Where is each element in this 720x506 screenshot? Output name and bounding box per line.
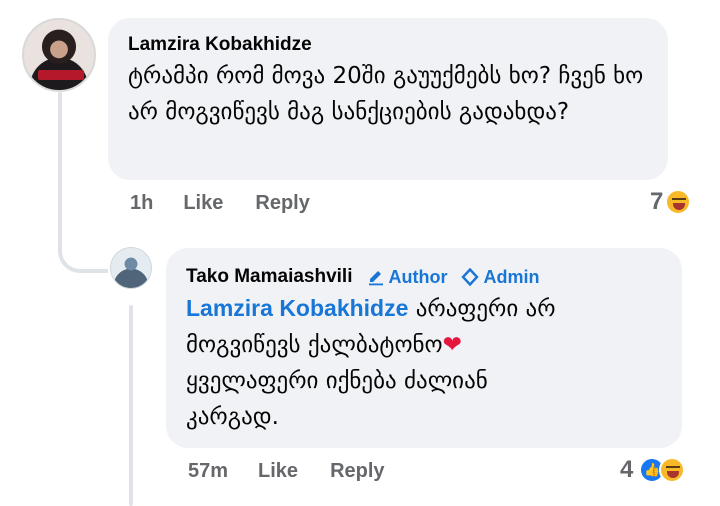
mention-link[interactable]: Lamzira Kobakhidze — [186, 295, 408, 321]
reply-avatar[interactable] — [110, 247, 152, 289]
admin-badge: Admin — [461, 267, 539, 288]
comment-reactions[interactable]: 7 — [650, 188, 692, 216]
reply-text: Lamzira Kobakhidze არაფერი არ მოგვიწევს … — [186, 290, 662, 435]
reply-time[interactable]: 57m — [188, 460, 228, 483]
comment-thread: Lamzira Kobakhidze ტრამპი რომ მოვა 20ში … — [0, 0, 720, 506]
reply-button[interactable]: Reply — [255, 192, 309, 215]
pencil-icon — [368, 271, 383, 286]
comment-actions: 1h Like Reply — [130, 192, 342, 215]
haha-icon — [659, 457, 686, 483]
thread-connector — [58, 225, 108, 273]
thread-line — [58, 92, 62, 242]
author-badge-label: Author — [388, 266, 448, 287]
comment-text: ტრამპი რომ მოვა 20ში გაუუქმებს ხო? ჩვენ … — [128, 63, 644, 125]
comment-time[interactable]: 1h — [130, 192, 153, 215]
reply-text-line2: მოგვიწევს ქალბატონო — [186, 332, 443, 358]
shield-icon — [461, 268, 480, 286]
reply-author-row: Tako Mamaiashvili Author Admin — [186, 264, 662, 290]
author-badge: Author — [367, 266, 448, 288]
reply-bubble: Tako Mamaiashvili Author Admin Lamzira K… — [166, 248, 682, 448]
avatar-frame-badge — [38, 70, 84, 80]
comment-author[interactable]: Lamzira Kobakhidze — [128, 32, 648, 58]
reply-thread-line — [129, 305, 133, 506]
reaction-count: 7 — [650, 188, 664, 215]
avatar[interactable] — [22, 18, 96, 92]
like-button[interactable]: Like — [183, 192, 223, 215]
admin-badge-label: Admin — [483, 266, 540, 287]
reply-reply-button[interactable]: Reply — [330, 460, 384, 483]
reply-author[interactable]: Tako Mamaiashvili — [186, 264, 353, 290]
haha-icon — [665, 189, 692, 215]
reply-text-line4: კარგად. — [186, 404, 279, 430]
reply-reaction-count: 4 — [620, 456, 634, 483]
reply-actions: 57m Like Reply — [188, 460, 417, 483]
comment-bubble: Lamzira Kobakhidze ტრამპი რომ მოვა 20ში … — [108, 18, 668, 180]
heart-emoji: ❤ — [442, 332, 462, 358]
reply-like-button[interactable]: Like — [258, 460, 298, 483]
reply-text-line3: ყველაფერი იქნება ძალიან — [186, 368, 488, 394]
reply-text-line1: არაფერი არ — [415, 296, 556, 322]
reply-reactions[interactable]: 4 👍 — [620, 456, 686, 484]
